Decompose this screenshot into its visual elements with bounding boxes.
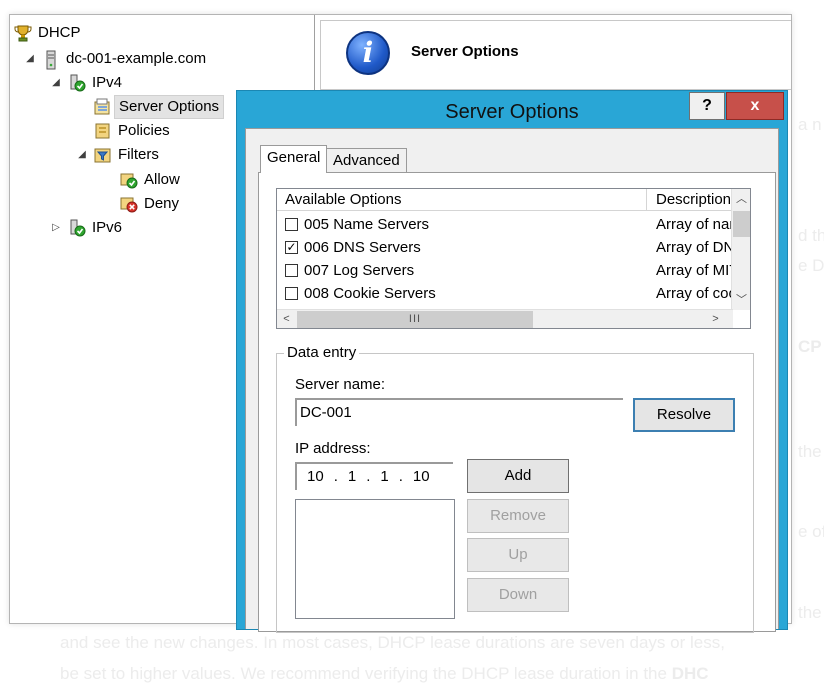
ip-octet[interactable]: 10 [307, 464, 324, 490]
scroll-down-icon[interactable]: ﹀ [733, 291, 750, 309]
tree-node-ipv4[interactable]: ◢ IPv4 [50, 72, 122, 94]
tab-advanced[interactable]: Advanced [326, 148, 407, 173]
list-header: Available Options Description [277, 189, 733, 211]
tree-node-filters[interactable]: ◢ Filters [76, 144, 159, 166]
tree-label: Allow [144, 171, 180, 188]
tree-label: Policies [118, 122, 170, 139]
scroll-up-icon[interactable]: ︿ [733, 190, 750, 208]
bg-article-line: and see the new changes. In most cases, … [60, 633, 725, 652]
column-header-description[interactable]: Description [648, 189, 733, 211]
server-options-icon [94, 98, 112, 116]
list-item[interactable]: 005 Name Servers Array of nam [277, 213, 733, 236]
server-name-field[interactable]: DC-001 [295, 398, 623, 426]
server-icon [42, 50, 60, 70]
option-checkbox[interactable] [285, 264, 298, 277]
bg-article-line: be set to higher values. We recommend ve… [60, 664, 709, 684]
tree-label: Server Options [114, 95, 225, 119]
list-item[interactable]: ✓ 006 DNS Servers Array of DN [277, 236, 733, 259]
option-checkbox[interactable] [285, 218, 298, 231]
allow-icon [120, 171, 138, 189]
ip-octet[interactable]: 1 [348, 464, 356, 490]
expanded-arrow-icon[interactable]: ◢ [24, 48, 36, 70]
tree-label: DHCP [38, 24, 81, 41]
dialog-body: General Advanced Available Options Descr… [245, 128, 779, 633]
bg-fragment: the [798, 603, 822, 622]
ip-address-list[interactable] [295, 499, 455, 619]
tree-label: Filters [118, 146, 159, 163]
details-title: Server Options [411, 43, 519, 60]
help-button[interactable]: ? [689, 92, 725, 120]
ipv6-check-icon [68, 219, 86, 237]
column-header-options[interactable]: Available Options [277, 189, 647, 211]
horizontal-scrollbar[interactable]: < III > [277, 309, 733, 328]
ip-address-field[interactable]: 10 . 1 . 1 . 10 [295, 462, 453, 490]
tree-node-allow[interactable]: Allow [120, 169, 180, 191]
filters-icon [94, 146, 112, 164]
ip-dot: . [333, 468, 338, 485]
list-item[interactable]: 007 Log Servers Array of MIT [277, 259, 733, 282]
tree-node-ipv6[interactable]: ▷ IPv6 [50, 217, 122, 239]
ipv4-check-icon [68, 74, 86, 92]
resolve-button[interactable]: Resolve [633, 398, 735, 432]
bg-line-text: be set to higher values. We recommend ve… [60, 664, 672, 683]
ip-dot: . [398, 468, 403, 485]
details-header: i Server Options [320, 20, 791, 90]
info-icon: i [346, 31, 390, 75]
option-name: 005 Name Servers [304, 216, 430, 233]
tree-node-server-options[interactable]: Server Options [94, 95, 225, 119]
general-tab-page: Available Options Description 005 Name S… [258, 172, 776, 633]
tree-label: IPv4 [92, 74, 123, 91]
tab-general[interactable]: General [260, 145, 328, 173]
option-checkbox[interactable] [285, 287, 298, 300]
vertical-scroll-thumb[interactable] [733, 211, 750, 237]
bg-fragment: the [798, 442, 822, 461]
ip-octet[interactable]: 1 [380, 464, 388, 490]
bg-line-bold: DHC [671, 664, 709, 683]
tree-label: IPv6 [92, 219, 123, 236]
dhcp-trophy-icon [14, 24, 32, 42]
server-name-label: Server name: [295, 376, 386, 393]
option-name: 008 Cookie Servers [304, 285, 436, 302]
bg-fragment: e of [798, 522, 824, 541]
data-entry-legend: Data entry [284, 344, 360, 361]
vertical-scrollbar[interactable]: ︿ ﹀ [731, 189, 750, 310]
bg-fragment: d th [798, 226, 824, 245]
horizontal-scroll-thumb[interactable]: III [297, 311, 533, 328]
data-entry-group: Data entry Server name: DC-001 Resolve I… [276, 344, 754, 633]
bg-fragment: a n [798, 115, 822, 134]
option-description: Array of MIT [656, 262, 733, 279]
tree-label: dc-001-example.com [66, 50, 207, 67]
ip-address-label: IP address: [295, 440, 371, 457]
option-checkbox-checked[interactable]: ✓ [285, 241, 298, 254]
option-name: 006 DNS Servers [304, 239, 421, 256]
server-options-dialog: Server Options ? x General Advanced Avai… [236, 90, 788, 633]
down-button[interactable]: Down [467, 578, 569, 612]
add-button[interactable]: Add [467, 459, 569, 493]
bg-fragment: CP [798, 337, 822, 356]
scroll-right-icon[interactable]: > [707, 310, 724, 328]
option-description: Array of DN [656, 239, 733, 256]
ip-dot: . [366, 468, 371, 485]
option-name: 007 Log Servers [304, 262, 415, 279]
policies-icon [94, 122, 112, 140]
option-description: Array of nam [656, 216, 733, 233]
tree-label: Deny [144, 195, 180, 212]
remove-button[interactable]: Remove [467, 499, 569, 533]
deny-icon [120, 195, 138, 213]
tree-node-policies[interactable]: Policies [94, 120, 170, 142]
collapsed-arrow-icon[interactable]: ▷ [50, 217, 62, 239]
expanded-arrow-icon[interactable]: ◢ [50, 72, 62, 94]
up-button[interactable]: Up [467, 538, 569, 572]
option-description: Array of coo [656, 285, 733, 302]
close-button[interactable]: x [726, 92, 784, 120]
list-item[interactable]: 008 Cookie Servers Array of coo [277, 282, 733, 305]
tree-node-deny[interactable]: Deny [120, 193, 179, 215]
expanded-arrow-icon[interactable]: ◢ [76, 144, 88, 166]
available-options-list[interactable]: Available Options Description 005 Name S… [276, 188, 751, 329]
tree-node-dhcp[interactable]: DHCP [14, 22, 81, 44]
ip-octet[interactable]: 10 [413, 464, 430, 490]
scroll-left-icon[interactable]: < [278, 310, 295, 328]
tree-node-server[interactable]: ◢ dc-001-example.com [24, 48, 206, 70]
bg-fragment: e DN [798, 256, 824, 275]
